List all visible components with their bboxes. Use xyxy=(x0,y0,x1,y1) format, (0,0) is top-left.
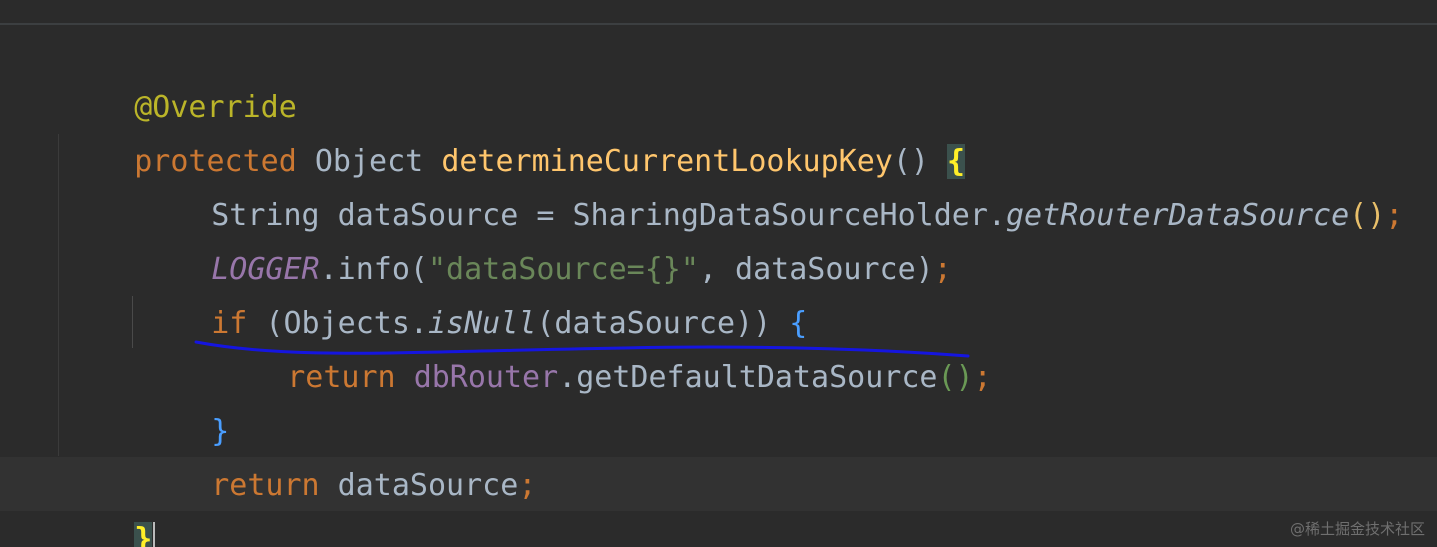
code-line-5[interactable]: if (Objects.isNull(dataSource)) { xyxy=(139,243,807,341)
hand-drawn-underline xyxy=(194,340,970,358)
call-parens: () xyxy=(1349,198,1386,233)
code-editor[interactable]: @Override protected Object determineCurr… xyxy=(0,0,1437,547)
code-line-1[interactable]: @Override xyxy=(62,27,297,125)
indent-guide-method xyxy=(58,134,59,456)
semicolon: ; xyxy=(518,468,537,503)
code-line-2[interactable]: protected Object determineCurrentLookupK… xyxy=(62,81,966,179)
semicolon: ; xyxy=(933,252,952,287)
code-line-9[interactable]: } xyxy=(62,459,156,547)
semicolon: ; xyxy=(1385,198,1404,233)
keyword-return: return xyxy=(211,468,320,503)
code-line-3[interactable]: String dataSource = SharingDataSourceHol… xyxy=(139,135,1403,233)
code-line-8[interactable]: return dataSource; xyxy=(139,405,536,503)
method-close-brace: } xyxy=(134,522,153,547)
return-value: dataSource xyxy=(319,468,519,503)
editor-bottom-area xyxy=(0,511,1437,547)
indent-guide-if xyxy=(132,296,133,348)
code-line-4[interactable]: LOGGER.info("dataSource={}", dataSource)… xyxy=(139,189,952,287)
static-method-call: getRouterDataSource xyxy=(1005,198,1350,233)
editor-top-border xyxy=(0,0,1437,25)
watermark: @稀土掘金技术社区 xyxy=(1289,520,1425,538)
text-caret xyxy=(153,521,156,547)
